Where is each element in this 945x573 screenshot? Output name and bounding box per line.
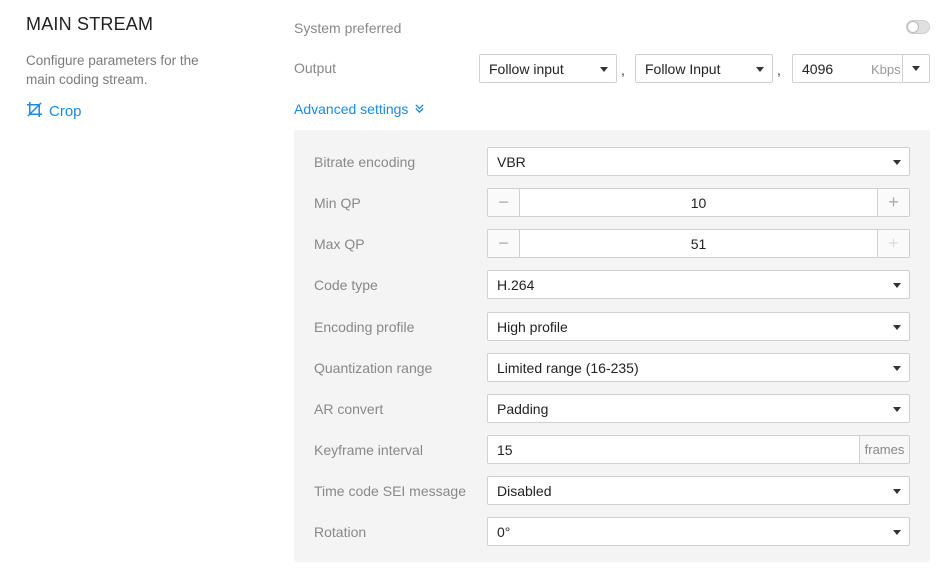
quantization-range-row: Quantization range Limited range (16-235… [294,353,930,382]
min-qp-stepper[interactable]: − 10 + [487,188,910,217]
bitrate-encoding-label: Bitrate encoding [314,154,416,170]
max-qp-value[interactable]: 51 [520,236,877,252]
output-resolution-select[interactable]: Follow input [479,54,617,83]
max-qp-row: Max QP − 51 + [294,229,930,258]
chevron-down-icon [893,530,901,535]
bitrate-value[interactable]: 4096 [802,61,833,77]
min-qp-increment-button[interactable]: + [877,189,909,216]
bitrate-encoding-value: VBR [497,154,526,170]
encoding-profile-select[interactable]: High profile [487,312,910,341]
time-code-sei-row: Time code SEI message Disabled [294,476,930,505]
output-framerate-select[interactable]: Follow Input [635,54,773,83]
output-label: Output [294,60,337,76]
output-resolution-value: Follow input [489,60,564,77]
output-framerate-value: Follow Input [645,60,721,77]
bitrate-dropdown-button[interactable] [902,55,929,82]
min-qp-value[interactable]: 10 [520,195,877,211]
max-qp-increment-button[interactable]: + [877,230,909,257]
code-type-row: Code type H.264 [294,270,930,299]
output-separator: , [621,62,625,78]
rotation-select[interactable]: 0° [487,517,910,546]
system-preferred-label: System preferred [294,20,402,36]
chevron-down-icon [756,67,764,72]
encoding-profile-row: Encoding profile High profile [294,312,930,341]
advanced-settings-label: Advanced settings [294,101,409,117]
section-description: Configure parameters for the main coding… [26,53,199,87]
advanced-settings-panel: Bitrate encoding VBR Min QP − 10 + Max Q… [294,130,930,562]
bitrate-unit: Kbps [871,62,901,77]
ar-convert-label: AR convert [314,401,384,417]
quantization-range-label: Quantization range [314,360,433,376]
encoding-profile-value: High profile [497,319,568,335]
output-separator: , [777,62,781,78]
time-code-sei-value: Disabled [497,483,552,499]
chevron-down-icon [600,67,608,72]
chevron-down-icon [893,160,901,165]
quantization-range-value: Limited range (16-235) [497,360,639,376]
chevron-down-icon [893,283,901,288]
chevron-down-icon [912,66,920,71]
rotation-row: Rotation 0° [294,517,930,546]
advanced-settings-toggle[interactable]: Advanced settings [294,101,425,117]
double-chevron-down-icon [414,101,425,117]
chevron-down-icon [893,489,901,494]
time-code-sei-label: Time code SEI message [314,483,466,499]
keyframe-interval-input[interactable]: 15 frames [487,435,910,464]
keyframe-interval-unit: frames [859,436,909,463]
keyframe-interval-value[interactable]: 15 [497,442,513,458]
crop-icon [26,101,43,122]
chevron-down-icon [893,366,901,371]
max-qp-decrement-button[interactable]: − [488,230,520,257]
crop-label: Crop [49,103,82,120]
rotation-value: 0° [497,524,511,540]
keyframe-interval-row: Keyframe interval 15 frames [294,435,930,464]
bitrate-input[interactable]: 4096 Kbps [792,54,930,83]
system-preferred-toggle[interactable] [906,20,930,34]
ar-convert-value: Padding [497,401,549,417]
ar-convert-row: AR convert Padding [294,394,930,423]
keyframe-interval-label: Keyframe interval [314,442,423,458]
code-type-value: H.264 [497,277,535,293]
code-type-label: Code type [314,277,378,293]
ar-convert-select[interactable]: Padding [487,394,910,423]
encoding-profile-label: Encoding profile [314,319,415,335]
bitrate-encoding-row: Bitrate encoding VBR [294,147,930,176]
time-code-sei-select[interactable]: Disabled [487,476,910,505]
max-qp-label: Max QP [314,236,365,252]
quantization-range-select[interactable]: Limited range (16-235) [487,353,910,382]
rotation-label: Rotation [314,524,367,540]
section-title: MAIN STREAM [26,14,154,34]
min-qp-decrement-button[interactable]: − [488,189,520,216]
bitrate-encoding-select[interactable]: VBR [487,147,910,176]
chevron-down-icon [893,325,901,330]
chevron-down-icon [893,407,901,412]
section-intro: MAIN STREAM Configure parameters for the… [26,14,256,122]
min-qp-label: Min QP [314,195,361,211]
max-qp-stepper[interactable]: − 51 + [487,229,910,258]
toggle-knob [907,21,919,33]
min-qp-row: Min QP − 10 + [294,188,930,217]
crop-button[interactable]: Crop [26,101,256,122]
code-type-select[interactable]: H.264 [487,270,910,299]
